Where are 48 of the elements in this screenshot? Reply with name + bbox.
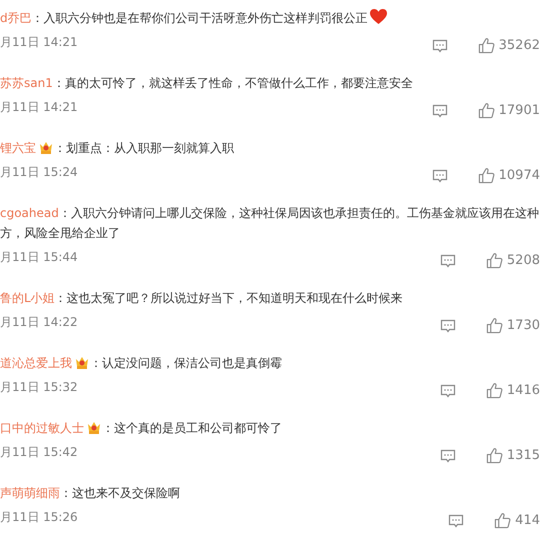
comment-icon[interactable] [440,318,456,334]
username-link[interactable]: 声萌萌细雨 [0,486,60,500]
comment-icon[interactable] [432,168,448,184]
username-link[interactable]: 鲁的L小姐 [0,291,55,305]
thumbs-up-icon [478,37,495,54]
username-link[interactable]: d乔巴 [0,11,32,25]
thumbs-up-icon [486,382,503,399]
comment-icon[interactable] [432,102,448,118]
comment-text: 锂六宝 ：划重点：从入职那一刻就算入职 [0,138,235,157]
like-button[interactable]: 17901 [478,102,540,119]
like-button[interactable]: 1416 [486,382,540,399]
username-link[interactable]: 锂六宝 [0,141,36,155]
comment-text: 苏苏san1：真的太可怜了，就这样丢了性命，不管做什么工作，都要注意安全 [0,75,414,92]
comment-text: 声萌萌细雨：这也来不及交保险啊 [0,485,181,502]
comment-text: 鲁的L小姐：这也太冤了吧？所以说过好当下，不知道明天和现在什么时候来 [0,290,404,307]
username-link[interactable]: 口中的过敏人士 [0,421,84,435]
comment-time: 月11日 15:42 [0,444,78,461]
comment-text: 道沁总爱上我 ：认定没问题，保洁公司也是真倒霉 [0,353,283,372]
like-button[interactable]: 10974 [478,167,540,184]
comment-time: 月11日 15:24 [0,164,78,181]
thumbs-up-icon [478,167,495,184]
username-link[interactable]: cgoahead [0,206,59,220]
like-button[interactable]: 414 [494,512,540,529]
comment-text: d乔巴：入职六分钟也是在帮你们公司干活呀意外伤亡这样判罚很公正 [0,8,540,28]
comment-text: cgoahead：入职六分钟请问上哪儿交保险，这种社保局因该也承担责任的。工伤基金就应该用在这种方，风险全甩给企业了 [0,205,540,242]
comment-icon[interactable] [448,512,464,528]
username-link[interactable]: 道沁总爱上我 [0,356,72,370]
thumbs-up-icon [486,252,503,269]
like-button[interactable]: 1730 [486,317,540,334]
comment-time: 月11日 15:26 [0,509,78,526]
like-button[interactable]: 5208 [486,252,540,269]
like-button[interactable]: 1315 [486,447,540,464]
thumbs-up-icon [478,102,495,119]
thumbs-up-icon [494,512,512,529]
comment-time: 月11日 15:32 [0,379,78,396]
thumbs-up-icon [486,447,503,464]
comment-time: 月11日 14:21 [0,34,78,51]
comment-time: 月11日 14:21 [0,99,78,116]
comment-icon[interactable] [440,382,456,398]
thumbs-up-icon [486,317,503,334]
comment-time: 月11日 14:22 [0,314,78,331]
username-link[interactable]: 苏苏san1 [0,76,53,90]
comment-icon[interactable] [440,252,456,268]
comment-icon[interactable] [432,38,448,54]
comment-time: 月11日 15:44 [0,249,78,266]
like-button[interactable]: 35262 [478,37,540,54]
comment-icon[interactable] [440,448,456,464]
comment-text: 口中的过敏人士 ：这个真的是员工和公司都可怜了 [0,418,283,437]
